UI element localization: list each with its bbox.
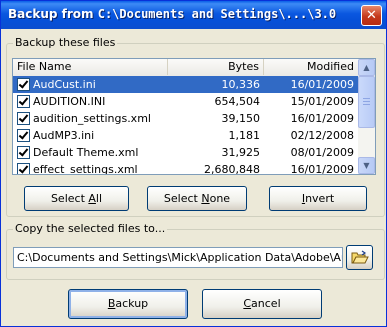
file-row[interactable]: Default Theme.xml 31,925 08/01/2009 [13,144,358,161]
file-row[interactable]: AudMP3.ini 1,181 02/12/2008 [13,127,358,144]
chevron-up-icon: ▲ [363,63,370,72]
destination-path-input[interactable]: C:\Documents and Settings\Mick\Applicati… [13,247,343,268]
file-modified: 08/01/2009 [290,146,354,159]
file-name: effect_settings.xml [33,163,138,175]
file-modified: 02/12/2008 [290,129,354,142]
chevron-down-icon: ▼ [363,161,370,170]
backup-button[interactable]: Backup [68,289,188,319]
file-modified: 16/01/2009 [290,163,354,175]
file-checkbox[interactable] [17,163,30,174]
backup-dialog: Backup from C:\Documents and Settings\..… [0,0,387,327]
title-bar[interactable]: Backup from C:\Documents and Settings\..… [1,1,386,29]
select-none-button[interactable]: Select None [147,186,247,211]
file-name: AUDITION.INI [33,95,106,108]
file-row[interactable]: AudCust.ini 10,336 16/01/2009 [13,76,358,93]
file-name: AudMP3.ini [33,129,95,142]
files-group-legend: Backup these files [13,36,118,49]
column-header-modified[interactable]: Modified [264,59,358,75]
column-header-bytes[interactable]: Bytes [168,59,264,75]
file-checkbox[interactable] [17,146,30,159]
invert-button[interactable]: Invert [269,186,367,211]
file-bytes: 1,181 [228,129,261,142]
file-list[interactable]: File Name Bytes Modified AudCust.ini 10,… [12,58,376,175]
scroll-up-button[interactable]: ▲ [358,59,375,76]
cancel-button[interactable]: Cancel [202,289,322,319]
file-checkbox[interactable] [17,112,30,125]
scroll-thumb[interactable] [358,76,375,128]
scroll-grip [363,98,370,99]
close-icon: ✕ [366,8,377,23]
file-bytes: 31,925 [221,146,261,159]
file-bytes: 10,336 [221,78,261,91]
file-modified: 16/01/2009 [290,112,354,125]
file-checkbox[interactable] [17,95,30,108]
file-bytes: 654,504 [214,95,261,108]
file-modified: 16/01/2009 [290,78,354,91]
file-bytes: 2,680,848 [204,163,260,175]
file-checkbox[interactable] [17,78,30,91]
browse-button[interactable] [346,245,373,270]
file-modified: 15/01/2009 [290,95,354,108]
file-row[interactable]: AUDITION.INI 654,504 15/01/2009 [13,93,358,110]
scroll-grip [363,104,370,105]
file-checkbox[interactable] [17,129,30,142]
vertical-scrollbar[interactable]: ▲ ▼ [358,59,375,174]
scroll-down-button[interactable]: ▼ [358,157,375,174]
file-row[interactable]: effect_settings.xml 2,680,848 16/01/2009 [13,161,358,175]
file-list-header: File Name Bytes Modified [13,59,358,77]
file-name: Default Theme.xml [33,146,139,159]
close-button[interactable]: ✕ [361,5,382,26]
file-bytes: 39,150 [221,112,261,125]
scroll-grip [363,101,370,102]
select-all-button[interactable]: Select All [24,186,129,211]
file-name: audition_settings.xml [33,112,151,125]
copy-group-legend: Copy the selected files to... [13,222,168,235]
window-title: Backup from C:\Documents and Settings\..… [8,7,337,21]
file-row[interactable]: audition_settings.xml 39,150 16/01/2009 [13,110,358,127]
column-header-file-name[interactable]: File Name [13,59,168,75]
file-name: AudCust.ini [33,78,96,91]
